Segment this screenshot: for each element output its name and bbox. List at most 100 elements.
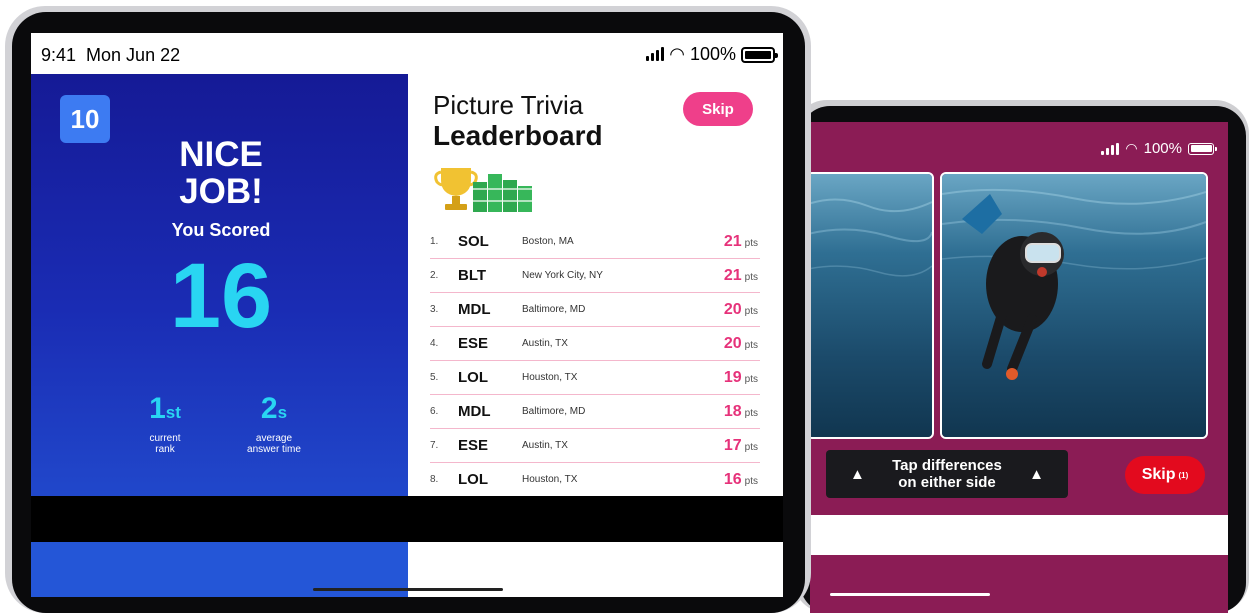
score-subheading: You Scored	[171, 220, 271, 240]
row-points: 17 pts	[712, 437, 760, 455]
status-bar: ◠ 100%	[1101, 140, 1217, 157]
leaderboard-panel: Picture Trivia Leaderboard Skip 1. SOL Bos…	[408, 74, 783, 497]
row-city: New York City, NY	[522, 270, 603, 281]
row-points: 20 pts	[712, 301, 760, 319]
row-points-value: 20	[723, 300, 742, 318]
row-team-code: LOL	[458, 369, 488, 386]
row-points: 21 pts	[712, 267, 760, 285]
battery-icon	[741, 46, 778, 63]
row-points-unit: pts	[744, 237, 758, 249]
status-indicators: ◠ 100%	[646, 44, 778, 65]
row-points: 16 pts	[712, 471, 760, 489]
row-team-code: ESE	[458, 437, 489, 454]
row-points: 21 pts	[712, 233, 760, 251]
row-rank: 2.	[430, 270, 439, 281]
leaderboard-row: 6. MDL Baltimore, MD 18 pts	[430, 395, 760, 429]
leaderboard-list: 1. SOL Boston, MA 21 pts 2. BLT New York City, …	[430, 225, 760, 497]
row-rank: 6.	[430, 406, 439, 417]
skip-label: Skip	[1141, 466, 1176, 483]
row-city: Boston, MA	[522, 236, 574, 247]
row-city: Austin, TX	[522, 440, 568, 451]
leaderboard-row: 5. LOL Houston, TX 19 pts	[430, 361, 760, 395]
row-points-unit: pts	[744, 407, 758, 419]
row-team-code: ESE	[458, 335, 489, 352]
spot-difference-screen: ◠ 100% ▲ Tap differences on either side …	[810, 122, 1228, 613]
row-points-value: 17	[723, 436, 742, 454]
row-points-unit: pts	[744, 271, 758, 283]
row-team-code: LOL	[458, 471, 488, 488]
score-value: 16	[169, 245, 273, 347]
wifi-icon: ◠	[669, 44, 685, 64]
row-rank: 1.	[430, 236, 439, 247]
row-city: Houston, TX	[522, 372, 578, 383]
battery-icon	[1188, 142, 1217, 155]
row-points-unit: pts	[744, 441, 758, 453]
home-indicator[interactable]	[313, 588, 503, 591]
row-rank: 3.	[430, 304, 439, 315]
time-suffix: s	[277, 403, 288, 422]
leaderboard-row: 2. BLT New York City, NY 21 pts	[430, 259, 760, 293]
row-points: 19 pts	[712, 369, 760, 387]
battery-percent: 100%	[689, 44, 736, 64]
home-indicator[interactable]	[830, 593, 990, 596]
skip-button[interactable]: Skip (1)	[1125, 456, 1205, 494]
time-label: average answer time	[247, 433, 301, 455]
row-points-value: 21	[723, 266, 742, 284]
leaderboard-row: 4. ESE Austin, TX 20 pts	[430, 327, 760, 361]
leaderboard-row: 8. LOL Houston, TX 16 pts	[430, 463, 760, 497]
leaderboard-row: 7. ESE Austin, TX 17 pts	[430, 429, 760, 463]
white-band	[810, 515, 1228, 555]
row-points-value: 21	[723, 232, 742, 250]
row-rank: 4.	[430, 338, 439, 349]
hint-bar: ▲ Tap differences on either side ▲	[826, 450, 1068, 498]
signal-icon	[1101, 142, 1120, 155]
rank-label: current rank	[149, 433, 181, 455]
signal-icon	[646, 46, 665, 61]
battery-percent: 100%	[1143, 140, 1182, 157]
leaderboard-row: 1. SOL Boston, MA 21 pts	[430, 225, 760, 259]
trivia-results-screen: 9:41 Mon Jun 22 ◠ 100% 10 NICE JOB! You …	[31, 33, 783, 597]
time-value: 2	[260, 392, 278, 425]
row-points-unit: pts	[744, 475, 758, 487]
trophy-money-icon	[433, 164, 543, 216]
wifi-icon: ◠	[1125, 140, 1138, 156]
leaderboard-title-line1: Picture Trivia	[433, 90, 584, 120]
row-points-value: 19	[723, 368, 742, 386]
row-points: 20 pts	[712, 335, 760, 353]
rank-value: 1	[149, 392, 166, 425]
row-points: 18 pts	[712, 403, 760, 421]
row-team-code: BLT	[458, 267, 487, 284]
row-team-code: MDL	[458, 403, 491, 420]
row-rank: 7.	[430, 440, 439, 451]
black-band	[31, 496, 783, 542]
row-points-unit: pts	[744, 373, 758, 385]
row-rank: 5.	[430, 372, 439, 383]
row-city: Houston, TX	[522, 474, 578, 485]
row-rank: 8.	[430, 474, 439, 485]
row-team-code: SOL	[458, 233, 489, 250]
row-city: Austin, TX	[522, 338, 568, 349]
triangle-up-icon: ▲	[850, 465, 865, 483]
row-points-unit: pts	[744, 305, 758, 317]
skip-button[interactable]: Skip	[683, 92, 753, 126]
triangle-up-icon: ▲	[1029, 465, 1044, 483]
skip-count: (1)	[1178, 470, 1189, 480]
headline: NICE JOB!	[179, 135, 263, 211]
leaderboard-row: 3. MDL Baltimore, MD 20 pts	[430, 293, 760, 327]
status-bar: 9:41 Mon Jun 22 ◠ 100%	[31, 33, 783, 74]
left-photo[interactable]	[810, 172, 934, 439]
row-points-value: 18	[723, 402, 742, 420]
row-points-unit: pts	[744, 339, 758, 351]
time-stat: 2s average answer time	[229, 392, 319, 456]
round-badge: 10	[60, 95, 110, 143]
row-team-code: MDL	[458, 301, 491, 318]
row-city: Baltimore, MD	[522, 304, 586, 315]
hint-text: Tap differences on either side	[892, 457, 1002, 491]
rank-suffix: st	[165, 403, 181, 422]
row-city: Baltimore, MD	[522, 406, 586, 417]
row-points-value: 20	[723, 334, 742, 352]
leaderboard-title-line2: Leaderboard	[433, 120, 603, 151]
status-time: 9:41 Mon Jun 22	[41, 45, 181, 65]
row-points-value: 16	[723, 470, 742, 488]
right-photo-diver[interactable]	[940, 172, 1208, 439]
